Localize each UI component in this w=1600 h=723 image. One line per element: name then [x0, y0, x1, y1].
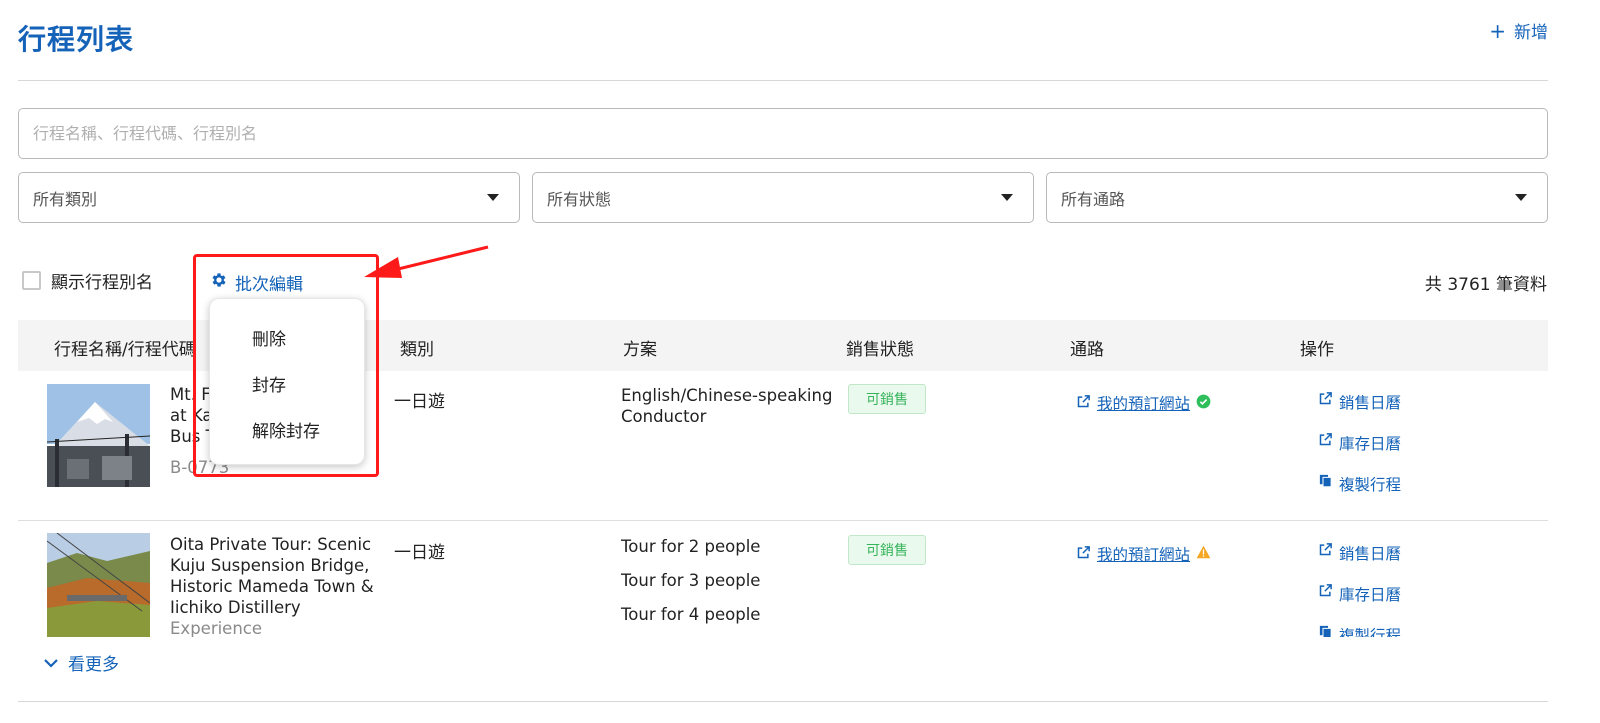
- row-actions: 銷售日曆 庫存日曆 複製行程: [1318, 391, 1401, 514]
- table-row: Oita Private Tour: Scenic Kuju Suspensio…: [18, 522, 1548, 637]
- external-link-icon: [1318, 542, 1333, 561]
- tour-name-line: Historic Mameda Town &: [170, 577, 374, 596]
- tour-name-line: Kuju Suspension Bridge,: [170, 556, 370, 575]
- copy-icon: [1318, 624, 1333, 637]
- see-more-button[interactable]: 看更多: [44, 650, 119, 675]
- check-circle-icon: [1196, 394, 1211, 413]
- tour-plan-item: Tour for 2 people: [621, 537, 761, 556]
- total-count: 共 3761 筆資料: [1424, 275, 1547, 295]
- menu-item-unarchive[interactable]: 解除封存: [252, 417, 320, 442]
- tour-plan-item: Tour for 3 people: [621, 571, 761, 590]
- sales-calendar-link[interactable]: 銷售日曆: [1318, 542, 1401, 583]
- plus-icon: +: [1489, 18, 1506, 43]
- external-link-icon: [1076, 545, 1091, 564]
- copy-tour-link[interactable]: 複製行程: [1318, 473, 1401, 514]
- external-link-icon: [1076, 394, 1091, 413]
- sales-calendar-label: 銷售日曆: [1339, 394, 1402, 412]
- tour-thumbnail-image: [47, 384, 150, 487]
- channel-filter-value: 所有通路: [1061, 189, 1126, 209]
- warning-triangle-icon: [1196, 545, 1211, 563]
- menu-item-archive[interactable]: 封存: [252, 371, 286, 396]
- tour-name-line: Oita Private Tour: Scenic: [170, 535, 372, 554]
- dropdown-caret-icon: [1001, 194, 1013, 201]
- tour-category: 一日遊: [394, 392, 445, 412]
- bottom-divider: [18, 701, 1548, 702]
- see-more-label: 看更多: [68, 655, 119, 675]
- tour-plan-item: English/Chinese-speaking Conductor: [621, 386, 833, 426]
- channel-link-label: 我的預訂網站: [1097, 395, 1191, 413]
- tour-name[interactable]: Oita Private Tour: Scenic Kuju Suspensio…: [170, 534, 380, 637]
- inventory-calendar-label: 庫存日曆: [1339, 435, 1402, 453]
- tour-name-line: Experience: [170, 619, 263, 637]
- annotation-arrow: [364, 245, 489, 278]
- column-header-name: 行程名稱/行程代碼: [54, 340, 196, 360]
- channel-link[interactable]: 我的預訂網站: [1076, 392, 1211, 414]
- column-header-sales-status: 銷售狀態: [846, 340, 914, 360]
- batch-edit-menu: 刪除 封存 解除封存: [209, 298, 365, 465]
- title-divider: [18, 80, 1548, 81]
- external-link-icon: [1318, 432, 1333, 451]
- inventory-calendar-link[interactable]: 庫存日曆: [1318, 583, 1401, 624]
- copy-tour-link[interactable]: 複製行程: [1318, 624, 1401, 637]
- add-button[interactable]: + 新增: [1489, 18, 1548, 44]
- row-actions: 銷售日曆 庫存日曆 複製行程: [1318, 542, 1401, 637]
- menu-item-delete[interactable]: 刪除: [252, 325, 286, 350]
- sales-calendar-label: 銷售日曆: [1339, 545, 1402, 563]
- batch-edit-button[interactable]: 批次編輯: [210, 270, 303, 295]
- batch-edit-label: 批次編輯: [235, 275, 303, 295]
- copy-icon: [1318, 473, 1333, 492]
- column-header-category: 類別: [400, 340, 434, 360]
- external-link-icon: [1318, 583, 1333, 602]
- status-filter-value: 所有狀態: [547, 189, 612, 209]
- status-badge: 可銷售: [848, 384, 926, 414]
- channel-link[interactable]: 我的預訂網站: [1076, 543, 1211, 565]
- show-alias-label: 顯示行程別名: [51, 273, 153, 293]
- search-input[interactable]: [18, 108, 1548, 159]
- tour-plan-item: Tour for 4 people: [621, 605, 761, 624]
- show-alias-toggle[interactable]: 顯示行程別名: [22, 268, 153, 293]
- channel-link-label: 我的預訂網站: [1097, 546, 1191, 564]
- category-filter-value: 所有類別: [33, 189, 98, 209]
- status-badge: 可銷售: [848, 535, 926, 565]
- chevron-down-icon: [44, 653, 58, 673]
- copy-tour-label: 複製行程: [1339, 627, 1402, 637]
- show-alias-checkbox[interactable]: [22, 271, 41, 290]
- tour-plan-list: Tour for 2 people Tour for 3 people Tour…: [621, 536, 841, 637]
- inventory-calendar-link[interactable]: 庫存日曆: [1318, 432, 1401, 473]
- page-title: 行程列表: [18, 23, 135, 56]
- sales-calendar-link[interactable]: 銷售日曆: [1318, 391, 1401, 432]
- copy-tour-label: 複製行程: [1339, 476, 1402, 494]
- external-link-icon: [1318, 391, 1333, 410]
- tour-category: 一日遊: [394, 543, 445, 563]
- column-header-actions: 操作: [1300, 340, 1334, 360]
- add-button-label: 新增: [1514, 23, 1548, 43]
- tour-plan-list: English/Chinese-speaking Conductor: [621, 385, 841, 440]
- status-filter-select[interactable]: 所有狀態: [532, 172, 1034, 223]
- dropdown-caret-icon: [487, 194, 499, 201]
- dropdown-caret-icon: [1515, 194, 1527, 201]
- inventory-calendar-label: 庫存日曆: [1339, 586, 1402, 604]
- channel-filter-select[interactable]: 所有通路: [1046, 172, 1548, 223]
- gear-icon: [210, 271, 228, 294]
- column-header-channel: 通路: [1070, 340, 1104, 360]
- tour-name-line: Iichiko Distillery: [170, 598, 301, 617]
- category-filter-select[interactable]: 所有類別: [18, 172, 520, 223]
- column-header-plan: 方案: [623, 340, 657, 360]
- tour-thumbnail-image: [47, 533, 150, 637]
